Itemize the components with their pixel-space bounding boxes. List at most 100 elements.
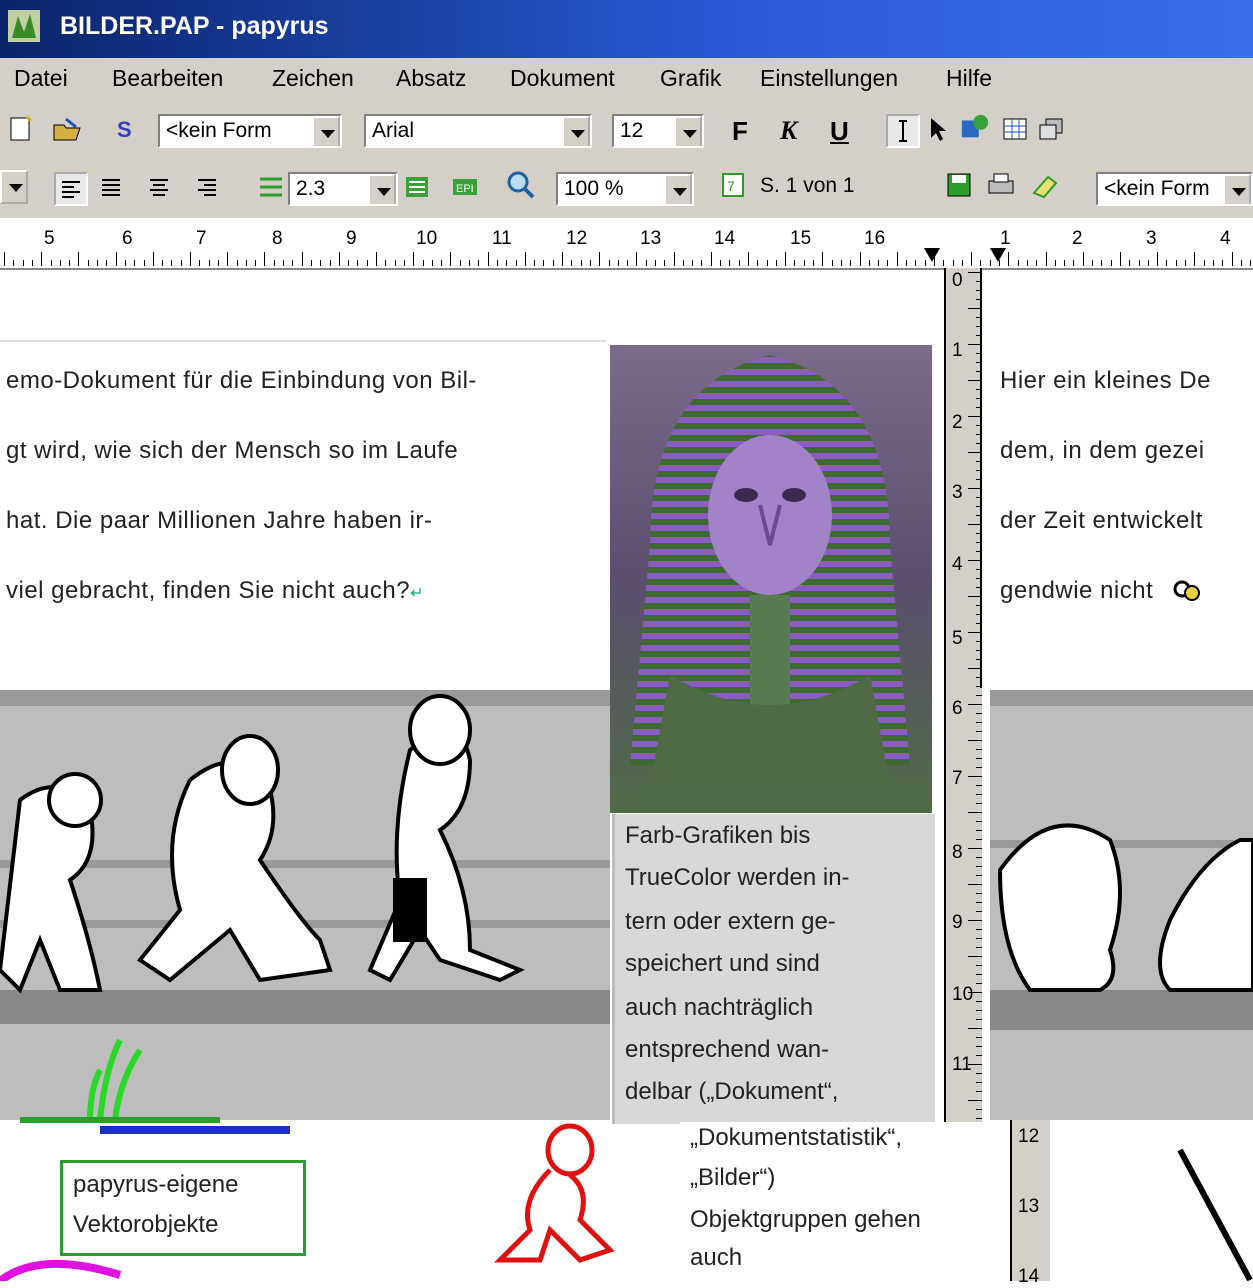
zoom-select[interactable]: 100 % <box>556 172 694 206</box>
ruler-tick <box>968 740 982 741</box>
goto-page-icon[interactable]: 7 <box>718 170 748 200</box>
evolution-graphic-page2[interactable] <box>990 690 1253 1120</box>
style-select-2[interactable]: <kein Form <box>1096 172 1253 206</box>
italic-button[interactable]: K <box>780 116 797 146</box>
ruler-tick <box>1241 260 1242 266</box>
menu-zeichen[interactable]: Zeichen <box>272 65 354 92</box>
page-edge <box>980 268 982 688</box>
ruler-tick <box>450 252 451 266</box>
papyrus-app-icon[interactable] <box>6 8 42 44</box>
ruler-tick <box>395 260 396 266</box>
body-text-right[interactable]: Hier ein kleines De dem, in dem gezei de… <box>1000 346 1211 626</box>
image-caption-continued[interactable]: „Dokumentstatistik“, „Bilder“) Objektgru… <box>680 1122 992 1281</box>
ruler-tick <box>1092 260 1093 266</box>
right-margin-marker-icon[interactable] <box>922 246 942 266</box>
ruler-tick <box>692 260 693 266</box>
ruler-tick <box>525 252 526 266</box>
menu-einstellungen[interactable]: Einstellungen <box>760 65 898 92</box>
menu-datei[interactable]: Datei <box>14 65 68 92</box>
menu-dokument[interactable]: Dokument <box>510 65 615 92</box>
chevron-down-icon[interactable] <box>0 170 28 204</box>
chevron-down-icon[interactable] <box>674 116 702 146</box>
horizontal-ruler[interactable]: 5 6 7 8 9 10 11 12 13 14 15 16 1 2 3 4 <box>0 218 1253 270</box>
font-size-select[interactable]: 12 <box>612 114 704 148</box>
ruler-tick <box>116 252 117 266</box>
text-cursor-icon[interactable] <box>886 114 920 148</box>
ruler-tick <box>1194 252 1195 266</box>
frames-icon[interactable] <box>1036 114 1066 144</box>
ruler-tick <box>976 1046 982 1047</box>
ruler-tick <box>968 920 982 921</box>
ruler-tick <box>683 260 684 266</box>
ruler-tick <box>976 866 982 867</box>
table-icon[interactable] <box>1000 114 1030 144</box>
image-caption[interactable]: Farb-Grafiken bis TrueColor werden in- t… <box>612 814 935 1124</box>
menu-absatz[interactable]: Absatz <box>396 65 466 92</box>
chevron-down-icon[interactable] <box>664 174 692 204</box>
ruler-tick <box>655 260 656 266</box>
menu-bearbeiten[interactable]: Bearbeiten <box>112 65 223 92</box>
align-right-icon[interactable] <box>192 172 222 202</box>
ruler-label: 3 <box>952 482 963 503</box>
ruler-tick <box>627 260 628 266</box>
red-figure-graphic[interactable] <box>480 1120 620 1270</box>
ruler-tick <box>162 260 163 266</box>
menu-hilfe[interactable]: Hilfe <box>946 65 992 92</box>
print-icon[interactable] <box>986 170 1016 200</box>
ruler-tick <box>976 902 982 903</box>
ruler-tick <box>181 260 182 266</box>
pointer-icon[interactable] <box>924 114 954 144</box>
vertical-ruler-page2[interactable]: 12 13 14 <box>1010 1120 1050 1287</box>
left-indent-marker-icon[interactable] <box>988 246 1008 266</box>
ruler-tick <box>968 1064 982 1065</box>
style-select[interactable]: <kein Form <box>158 114 342 148</box>
line-spacing-select[interactable]: 2.3 <box>288 172 398 206</box>
align-justify-icon[interactable] <box>96 172 126 202</box>
chevron-down-icon[interactable] <box>1223 174 1251 204</box>
grass-vector-graphic[interactable] <box>10 1030 300 1140</box>
zoom-icon[interactable] <box>506 170 536 200</box>
ruler-label: 11 <box>952 1054 972 1075</box>
evolution-figures <box>997 823 1253 992</box>
ruler-label: 13 <box>640 228 662 249</box>
line-graphic[interactable] <box>1150 1130 1253 1281</box>
pink-circle-graphic[interactable] <box>0 1230 130 1281</box>
paragraph-mark-icon: ↵ <box>410 585 424 602</box>
menu-grafik[interactable]: Grafik <box>660 65 721 92</box>
open-document-icon[interactable] <box>52 114 82 144</box>
chevron-down-icon[interactable] <box>368 174 396 204</box>
ruler-tick <box>1176 260 1177 266</box>
eraser-icon[interactable] <box>1030 170 1060 200</box>
ruler-tick <box>841 260 842 266</box>
chevron-down-icon[interactable] <box>562 116 590 146</box>
ruler-tick <box>478 260 479 266</box>
ruler-tick <box>976 1001 982 1002</box>
text-line: Hier ein kleines De <box>1000 367 1211 394</box>
ruler-label: 13 <box>1018 1196 1040 1217</box>
spacing-before-icon[interactable] <box>402 172 432 202</box>
ruler-tick <box>776 260 777 266</box>
new-document-icon[interactable] <box>6 114 36 144</box>
insert-graphic-icon[interactable] <box>960 112 990 142</box>
line-spacing-icon[interactable] <box>256 172 286 202</box>
ruler-tick <box>69 260 70 266</box>
anchor-icon[interactable] <box>1170 575 1204 609</box>
ruler-tick <box>190 252 191 266</box>
body-text-left[interactable]: emo-Dokument für die Einbindung von Bil-… <box>6 346 477 629</box>
spacing-after-icon[interactable]: EPI <box>450 172 480 202</box>
save-icon[interactable] <box>944 170 974 200</box>
pharaoh-mask-image[interactable] <box>610 345 932 813</box>
ruler-tick <box>976 965 982 966</box>
svg-text:7: 7 <box>727 178 735 194</box>
chevron-down-icon[interactable] <box>312 116 340 146</box>
ruler-tick <box>664 260 665 266</box>
font-select[interactable]: Arial <box>364 114 592 148</box>
ruler-tick <box>976 722 982 723</box>
underline-button[interactable]: U <box>830 116 849 147</box>
ruler-tick <box>968 884 982 885</box>
ruler-tick <box>1064 260 1065 266</box>
align-left-icon[interactable] <box>54 172 88 206</box>
bold-button[interactable]: F <box>732 116 748 147</box>
spellcheck-icon[interactable]: S <box>112 114 142 144</box>
align-center-icon[interactable] <box>144 172 174 202</box>
